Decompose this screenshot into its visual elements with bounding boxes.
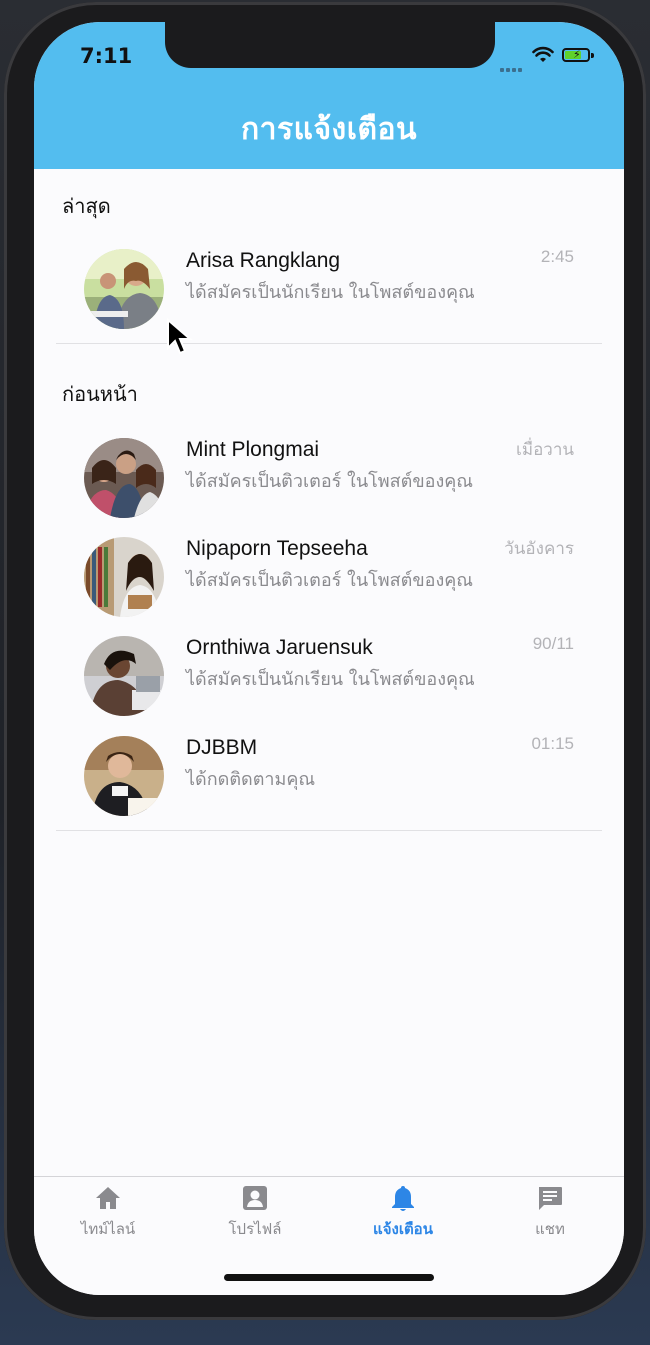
avatar	[84, 736, 164, 816]
tab-label: แจ้งเตือน	[373, 1220, 433, 1238]
avatar	[84, 249, 164, 329]
tab-label: ไทม์ไลน์	[80, 1220, 136, 1238]
device-notch	[165, 22, 495, 68]
notification-item[interactable]: Ornthiwa Jaruensuk ได้สมัครเป็นนักเรียน …	[34, 634, 624, 722]
home-indicator[interactable]	[224, 1274, 434, 1281]
battery-icon: ⚡	[562, 48, 590, 62]
app-screen: 7:11 ⚡ การแจ้งเตือน ล่าสุด Arisa Rangkla…	[34, 22, 624, 1295]
notification-name: Arisa Rangklang	[186, 249, 341, 272]
notification-time: 01:15	[531, 734, 574, 753]
tab-timeline[interactable]: ไทม์ไลน์	[48, 1183, 168, 1243]
notification-name: Nipaporn Tepseeha	[186, 537, 368, 560]
chat-icon	[539, 1187, 562, 1210]
notification-time: เมื่อวาน	[516, 440, 574, 459]
avatar	[84, 636, 164, 716]
notification-name: Ornthiwa Jaruensuk	[186, 636, 373, 659]
wifi-icon	[532, 46, 554, 62]
tab-notifications[interactable]: แจ้งเตือน	[343, 1183, 463, 1243]
notification-item[interactable]: Arisa Rangklang ได้สมัครเป็นนักเรียน ในโ…	[34, 247, 624, 335]
mouse-cursor-icon	[167, 318, 193, 355]
notification-item[interactable]: Mint Plongmai ได้สมัครเป็นติวเตอร์ ในโพส…	[34, 438, 624, 524]
notification-time: วันอังคาร	[504, 539, 574, 558]
avatar	[84, 537, 164, 617]
section-divider	[56, 343, 602, 344]
tab-profile[interactable]: โปรไฟล์	[195, 1183, 315, 1243]
section-divider	[56, 830, 602, 831]
notification-item[interactable]: DJBBM ได้กดติดตามคุณ 01:15	[34, 734, 624, 822]
page-title: การแจ้งเตือน	[241, 112, 417, 147]
header-bar: 7:11 ⚡ การแจ้งเตือน	[34, 22, 624, 169]
notification-name: DJBBM	[186, 736, 258, 759]
avatar	[84, 438, 164, 518]
notification-message: ได้สมัครเป็นติวเตอร์ ในโพสต์ของคุณ	[186, 570, 473, 591]
tab-label: โปรไฟล์	[228, 1220, 282, 1238]
status-time: 7:11	[80, 44, 133, 68]
bell-icon	[392, 1186, 414, 1211]
notification-time: 90/11	[532, 634, 574, 653]
cell-signal-icon	[500, 57, 526, 72]
notification-item[interactable]: Nipaporn Tepseeha ได้สมัครเป็นติวเตอร์ ใ…	[34, 537, 624, 623]
phone-frame: 7:11 ⚡ การแจ้งเตือน ล่าสุด Arisa Rangkla…	[4, 2, 646, 1320]
notification-message: ได้สมัครเป็นนักเรียน ในโพสต์ของคุณ	[186, 282, 475, 303]
section-title-earlier: ก่อนหน้า	[62, 382, 138, 406]
profile-icon	[243, 1186, 267, 1210]
notification-message: ได้สมัครเป็นติวเตอร์ ในโพสต์ของคุณ	[186, 471, 473, 492]
home-icon	[96, 1187, 120, 1209]
notification-message: ได้สมัครเป็นนักเรียน ในโพสต์ของคุณ	[186, 669, 475, 690]
section-title-latest: ล่าสุด	[62, 194, 111, 218]
notification-name: Mint Plongmai	[186, 438, 320, 461]
notification-message: ได้กดติดตามคุณ	[186, 769, 316, 790]
notification-time: 2:45	[540, 247, 574, 266]
battery-tip	[591, 53, 594, 58]
tab-chat[interactable]: แชท	[490, 1183, 610, 1243]
tab-label: แชท	[535, 1220, 565, 1238]
